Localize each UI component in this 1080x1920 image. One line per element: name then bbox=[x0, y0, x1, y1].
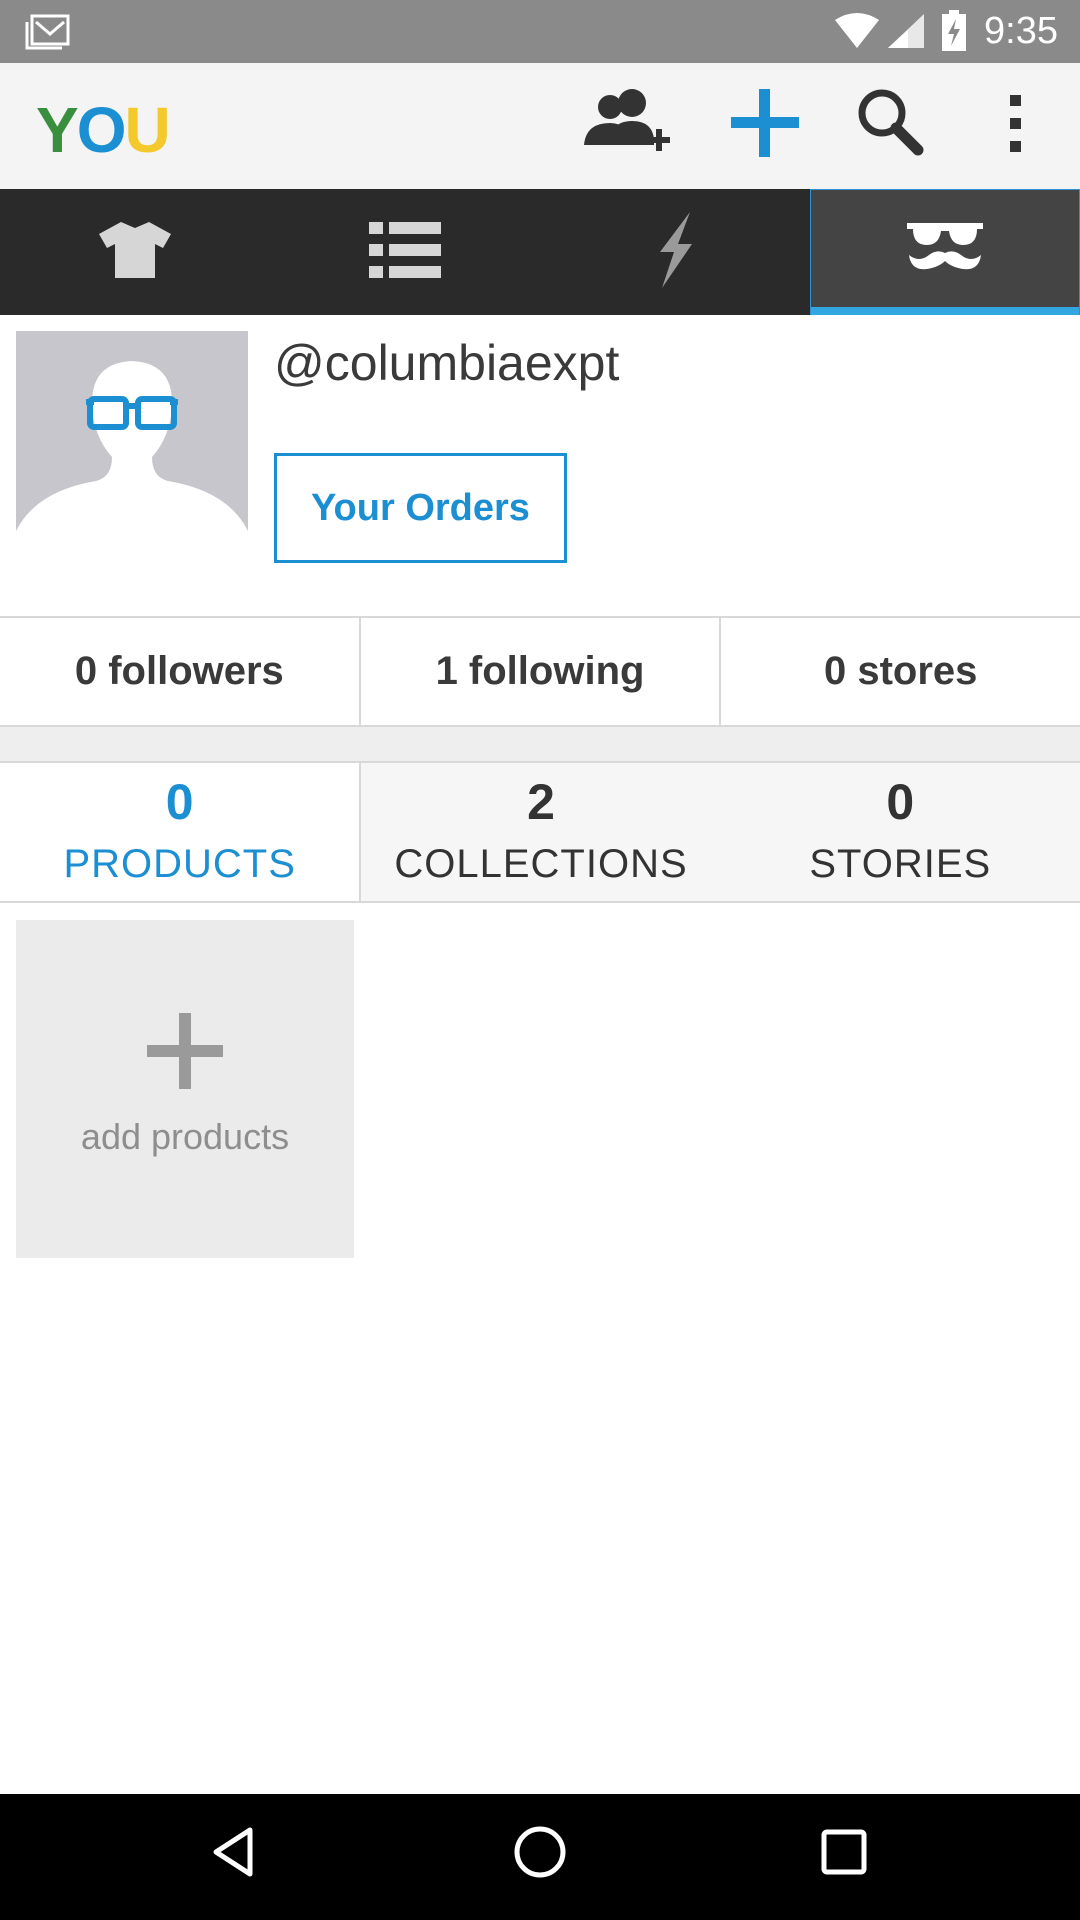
search-icon bbox=[842, 83, 938, 163]
app-bar: YOU bbox=[0, 63, 1080, 189]
section-divider bbox=[0, 727, 1080, 761]
tab-activity[interactable] bbox=[540, 189, 810, 315]
tab-products[interactable] bbox=[0, 189, 270, 315]
logo-letter-y: Y bbox=[36, 94, 79, 166]
system-nav-bar bbox=[0, 1794, 1080, 1920]
collections-label: COLLECTIONS bbox=[394, 842, 688, 886]
recents-button[interactable] bbox=[796, 1822, 892, 1892]
followers-stat[interactable]: 0 followers bbox=[0, 618, 359, 725]
tab-bar bbox=[0, 189, 1080, 315]
status-bar: 9:35 bbox=[0, 0, 1080, 63]
battery-charging-icon bbox=[941, 10, 967, 57]
username: @columbiaexpt bbox=[274, 335, 620, 391]
add-friend-icon bbox=[580, 83, 676, 163]
signal-icon bbox=[886, 12, 926, 55]
tab-list[interactable] bbox=[270, 189, 540, 315]
stores-stat[interactable]: 0 stores bbox=[719, 618, 1080, 725]
home-icon bbox=[492, 1822, 588, 1882]
add-plus-icon bbox=[147, 1013, 223, 1094]
create-button[interactable] bbox=[717, 83, 813, 169]
gmail-icon bbox=[24, 14, 70, 55]
tab-profile[interactable] bbox=[810, 189, 1080, 315]
stories-tab[interactable]: 0 STORIES bbox=[720, 763, 1080, 901]
search-button[interactable] bbox=[842, 83, 938, 169]
content-tabs: 0 PRODUCTS 2 COLLECTIONS 0 STORIES bbox=[0, 761, 1080, 903]
logo-letter-o: O bbox=[76, 94, 127, 166]
following-stat[interactable]: 1 following bbox=[358, 618, 720, 725]
home-button[interactable] bbox=[492, 1822, 588, 1892]
status-time: 9:35 bbox=[984, 10, 1058, 52]
products-label: PRODUCTS bbox=[63, 842, 296, 886]
collections-tab[interactable]: 2 COLLECTIONS bbox=[361, 763, 721, 901]
collections-count: 2 bbox=[527, 774, 555, 830]
products-tab[interactable]: 0 PRODUCTS bbox=[0, 763, 362, 901]
overflow-menu-button[interactable] bbox=[968, 83, 1064, 169]
stories-count: 0 bbox=[886, 774, 915, 830]
logo-letter-u: U bbox=[124, 94, 170, 166]
back-icon bbox=[188, 1822, 284, 1882]
lightning-icon bbox=[650, 211, 700, 293]
products-count: 0 bbox=[165, 774, 194, 830]
plus-icon bbox=[717, 83, 813, 163]
list-icon bbox=[369, 218, 441, 287]
recents-icon bbox=[796, 1822, 892, 1882]
back-button[interactable] bbox=[188, 1822, 284, 1892]
add-products-tile[interactable] bbox=[16, 920, 354, 1258]
app-logo[interactable]: YOU bbox=[36, 93, 171, 167]
overflow-menu-icon bbox=[968, 83, 1064, 163]
add-friend-button[interactable] bbox=[580, 83, 676, 169]
add-products-label: add products bbox=[80, 1116, 290, 1157]
tshirt-icon bbox=[95, 218, 175, 287]
wifi-icon bbox=[833, 12, 881, 55]
sunglasses-mustache-icon bbox=[905, 219, 985, 286]
your-orders-button[interactable]: Your Orders bbox=[274, 453, 567, 563]
avatar[interactable] bbox=[16, 331, 248, 543]
stories-label: STORIES bbox=[809, 842, 992, 886]
stats-row: 0 followers 1 following 0 stores bbox=[0, 616, 1080, 727]
